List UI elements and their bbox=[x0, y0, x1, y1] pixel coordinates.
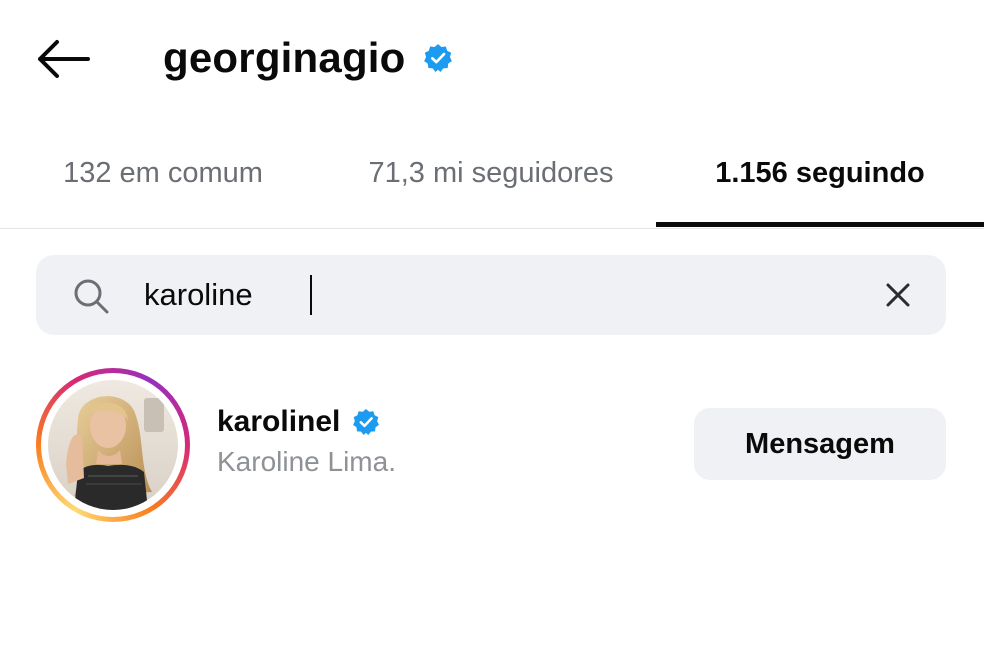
close-icon[interactable] bbox=[882, 279, 914, 311]
verified-badge-icon bbox=[353, 409, 380, 436]
search-bar bbox=[36, 255, 946, 335]
result-full-name: Karoline Lima. bbox=[217, 446, 396, 477]
active-tab-indicator bbox=[656, 222, 984, 227]
arrow-left-icon bbox=[38, 40, 90, 78]
tab-followers[interactable]: 71,3 mi seguidores bbox=[326, 118, 656, 228]
list-item[interactable]: karolinel Karoline Lima. Mensagem bbox=[0, 362, 984, 528]
story-ring[interactable] bbox=[36, 368, 190, 522]
result-username-row: karolinel bbox=[217, 402, 380, 442]
text-caret bbox=[310, 275, 312, 315]
verified-badge-icon bbox=[423, 44, 452, 72]
search-icon bbox=[74, 279, 109, 314]
profile-tabs: 132 em comum 71,3 mi seguidores 1.156 se… bbox=[0, 118, 984, 229]
tab-following[interactable]: 1.156 seguindo bbox=[656, 118, 984, 228]
back-button[interactable] bbox=[30, 30, 96, 88]
profile-username: georginagio bbox=[163, 34, 406, 81]
profile-title: georginagio bbox=[163, 28, 453, 88]
tab-mutual[interactable]: 132 em comum bbox=[0, 118, 326, 228]
avatar bbox=[48, 380, 178, 510]
header: georginagio bbox=[0, 0, 984, 118]
result-username[interactable]: karolinel bbox=[217, 405, 340, 439]
search-input[interactable] bbox=[144, 269, 844, 321]
message-button[interactable]: Mensagem bbox=[694, 408, 946, 480]
